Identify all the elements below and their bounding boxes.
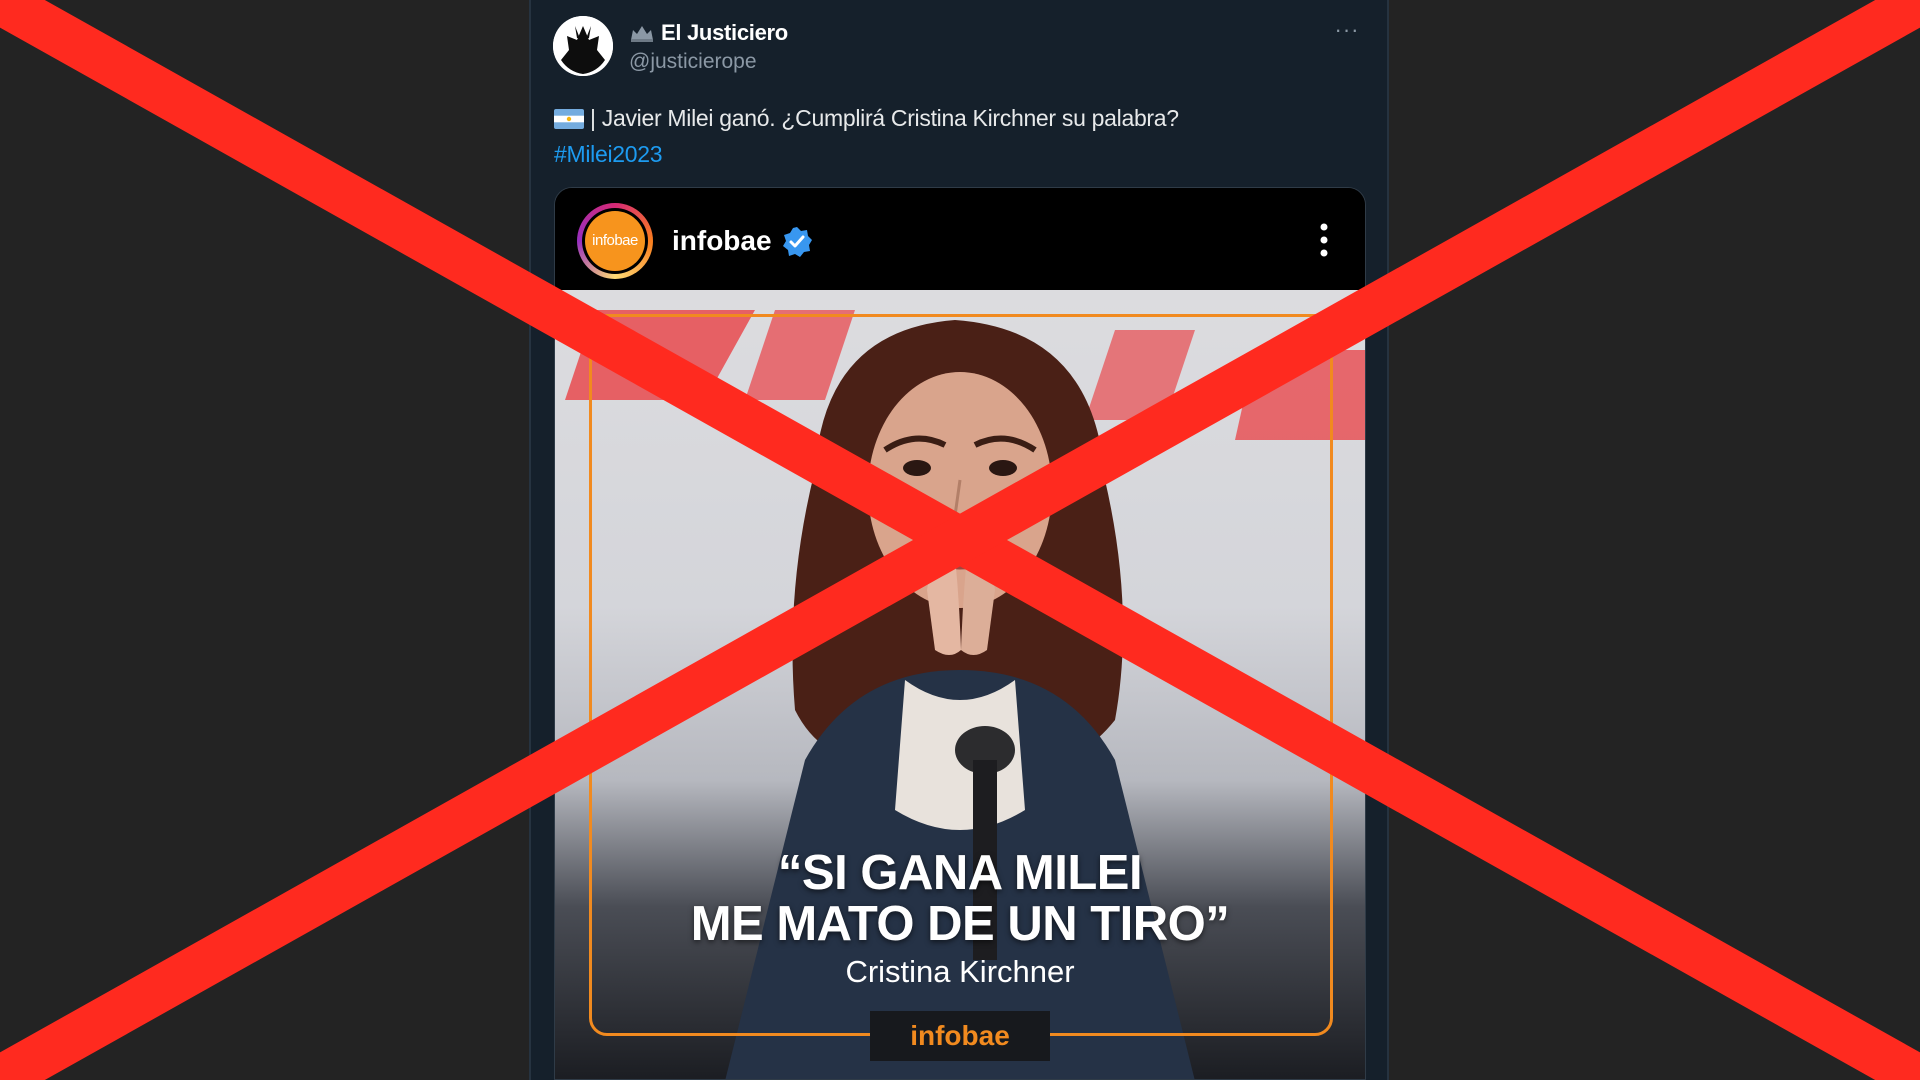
verified-badge-icon — [783, 227, 812, 257]
user-handle[interactable]: @justicierope — [629, 50, 788, 74]
argentina-flag-icon — [554, 109, 584, 129]
embedded-post-header: infobae infobae — [555, 188, 1365, 290]
embedded-media[interactable]: infobae infobae “SI GANA MILEI ME MATO D… — [554, 187, 1366, 1080]
infobae-avatar[interactable]: infobae — [577, 203, 653, 279]
tweet-text: | Javier Milei ganó. ¿Cumplirá Cristina … — [590, 105, 1179, 131]
page: El Justiciero @justicierope ··· | Javier… — [0, 0, 1920, 1080]
kebab-menu-icon[interactable] — [1319, 222, 1329, 258]
display-name[interactable]: El Justiciero — [661, 20, 788, 46]
hashtag-link[interactable]: #Milei2023 — [554, 136, 663, 172]
quote-line-2: ME MATO DE UN TIRO” — [690, 897, 1230, 951]
display-name-row: El Justiciero — [629, 20, 788, 46]
infobae-avatar-label: infobae — [585, 211, 645, 271]
more-options-button[interactable]: ··· — [1329, 19, 1365, 46]
embedded-account-name[interactable]: infobae — [672, 225, 772, 257]
quote-text: “SI GANA MILEI ME MATO DE UN TIRO” — [555, 848, 1365, 950]
batman-avatar-icon — [553, 16, 613, 76]
tweet-header: El Justiciero @justicierope ··· — [553, 16, 1365, 78]
knight-emoji-icon — [631, 26, 653, 42]
brand-footer: infobae — [555, 1011, 1365, 1061]
tweet-card: El Justiciero @justicierope ··· | Javier… — [529, 0, 1389, 1080]
post-photo: “SI GANA MILEI ME MATO DE UN TIRO” Crist… — [555, 290, 1365, 1079]
quote-author: Cristina Kirchner — [845, 954, 1075, 989]
quote-line-1: “SI GANA MILEI — [777, 846, 1143, 900]
user-avatar[interactable] — [553, 16, 613, 76]
infobae-logo: infobae — [870, 1011, 1050, 1061]
tweet-body: | Javier Milei ganó. ¿Cumplirá Cristina … — [554, 100, 1357, 172]
user-names: El Justiciero @justicierope — [629, 20, 788, 74]
